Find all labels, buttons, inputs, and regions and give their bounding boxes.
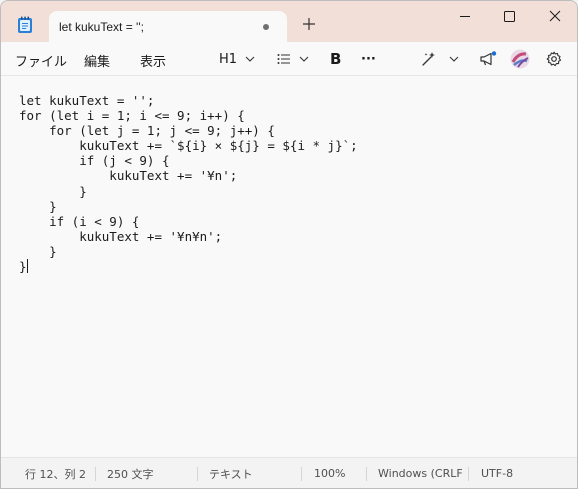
status-format[interactable]: テキスト xyxy=(209,458,289,488)
unsaved-dot-icon[interactable] xyxy=(263,24,269,30)
close-icon[interactable] xyxy=(532,5,578,27)
account-button[interactable] xyxy=(510,48,530,70)
list-icon xyxy=(277,54,290,64)
copilot-dropdown[interactable] xyxy=(421,48,459,70)
copilot-icon xyxy=(422,52,435,66)
chevron-down-icon xyxy=(245,56,255,62)
status-separator xyxy=(301,467,302,481)
code-line: kukuText += `${i} × ${j} = ${i * j}`; xyxy=(19,138,358,154)
heading-label: H1 xyxy=(219,51,238,67)
minimize-icon[interactable] xyxy=(442,5,488,27)
menu-edit[interactable]: 編集 xyxy=(84,51,110,70)
notepad-icon xyxy=(18,16,32,33)
status-separator xyxy=(366,467,367,481)
status-position: 行 12、列 2 xyxy=(25,467,86,481)
status-separator xyxy=(95,467,96,481)
plus-icon[interactable] xyxy=(300,15,318,33)
title-bar: let kukuText = ''; xyxy=(1,1,577,42)
gear-icon xyxy=(546,51,562,67)
code-line: } xyxy=(19,183,87,199)
code-line: } xyxy=(19,198,57,214)
more-button[interactable]: ··· xyxy=(361,48,376,70)
menu-view[interactable]: 表示 xyxy=(140,51,166,70)
status-separator xyxy=(197,467,198,481)
status-line-ending[interactable]: Windows (CRLF xyxy=(378,458,462,488)
code-line: if (i < 9) { xyxy=(19,213,140,229)
tab-title: let kukuText = ''; xyxy=(59,20,144,34)
avatar xyxy=(510,49,530,69)
chevron-down-icon xyxy=(299,56,309,62)
notepad-window: let kukuText = ''; ファイル 編集 表示 H1 B ··· l… xyxy=(0,0,578,489)
code-line: kukuText += '¥n¥n'; xyxy=(19,228,223,244)
list-dropdown[interactable] xyxy=(277,48,309,70)
heading-dropdown[interactable]: H1 xyxy=(219,48,255,70)
status-zoom[interactable]: 100% xyxy=(314,458,359,488)
code-line: } xyxy=(19,243,57,259)
code-line: } xyxy=(19,259,27,275)
status-separator xyxy=(468,467,469,481)
menu-bar: ファイル 編集 表示 H1 B ··· xyxy=(1,42,577,76)
chevron-down-icon xyxy=(449,56,459,62)
code-line: let kukuText = ''; xyxy=(19,93,155,108)
text-editor[interactable]: let kukuText = ''; for (let i = 1; i <= … xyxy=(1,76,577,454)
code-line: kukuText += '¥n'; xyxy=(19,168,238,184)
status-bar: 行 12、列 2 250 文字 テキスト 100% Windows (CRLF … xyxy=(1,457,577,488)
bold-button[interactable]: B xyxy=(330,48,341,70)
code-line: for (let i = 1; i <= 9; i++) { xyxy=(19,108,245,124)
status-char-count: 250 文字 xyxy=(107,467,154,481)
bold-label: B xyxy=(330,50,342,68)
maximize-icon[interactable] xyxy=(487,5,533,27)
megaphone-icon xyxy=(480,51,497,66)
code-line: for (let j = 1; j <= 9; j++) { xyxy=(19,123,275,139)
code-line: if (j < 9) { xyxy=(19,153,170,169)
status-encoding[interactable]: UTF-8 xyxy=(481,458,531,488)
more-label: ··· xyxy=(361,51,376,67)
text-caret xyxy=(26,259,28,274)
settings-button[interactable] xyxy=(546,48,562,70)
document-tab[interactable]: let kukuText = ''; xyxy=(49,11,287,42)
menu-file[interactable]: ファイル xyxy=(15,51,67,70)
editor-content[interactable]: let kukuText = ''; for (let i = 1; i <= … xyxy=(19,93,358,274)
whats-new-button[interactable] xyxy=(479,48,497,70)
